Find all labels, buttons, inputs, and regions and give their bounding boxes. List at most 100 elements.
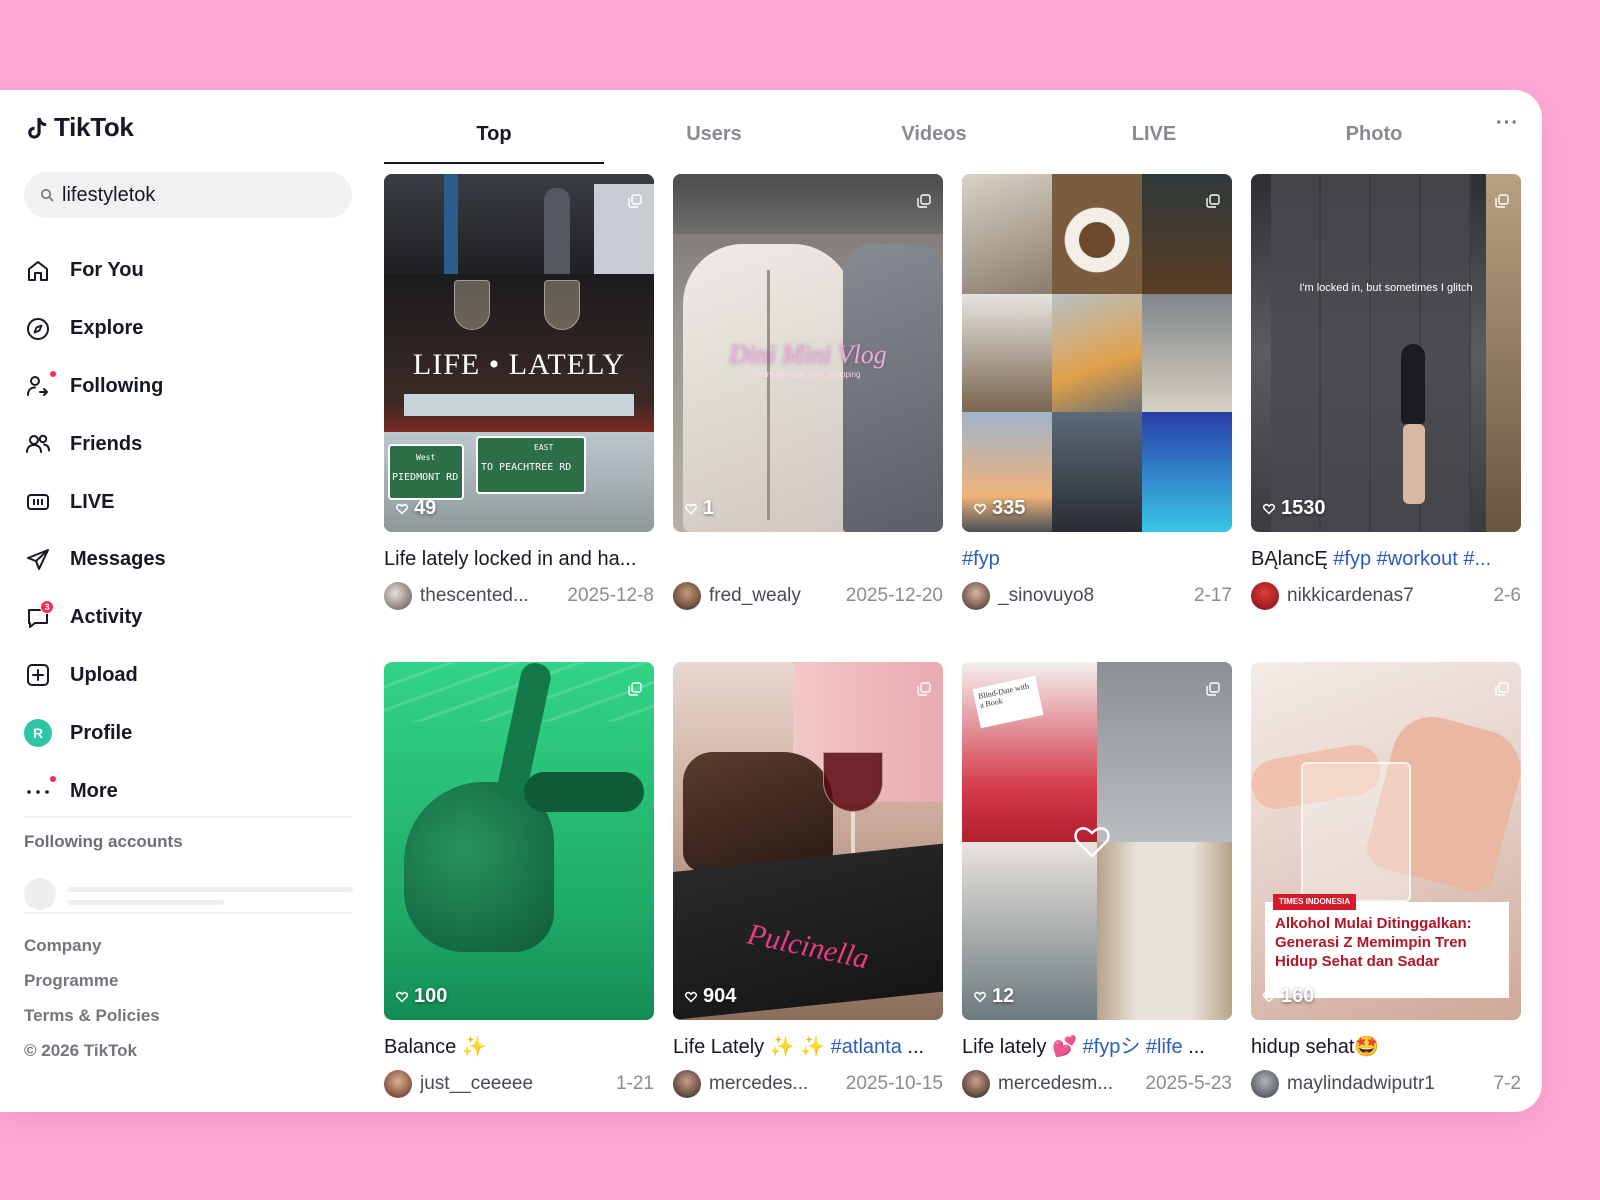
video-card[interactable]: Blind-Date with a Book 12 Life lately 💕 … (962, 662, 1232, 1098)
nav-label: Following (70, 374, 164, 397)
video-description[interactable]: Life lately 💕 #fypシ #life ... (962, 1034, 1232, 1060)
video-thumbnail[interactable]: Blind-Date with a Book 12 (962, 662, 1232, 1020)
collage-tile: Blind-Date with a Book (962, 662, 1097, 842)
avatar[interactable] (962, 1070, 990, 1098)
username[interactable]: nikkicardenas7 (1287, 585, 1486, 607)
avatar[interactable] (673, 1070, 701, 1098)
tab-photo[interactable]: Photo (1264, 104, 1484, 164)
heart-icon (1263, 991, 1275, 1003)
search-input[interactable] (62, 183, 322, 207)
username[interactable]: mercedes... (709, 1073, 838, 1095)
nav-label: For You (70, 259, 144, 282)
description-text: Balance ✨ (384, 1036, 487, 1058)
tab-users[interactable]: Users (604, 104, 824, 164)
nav-item-live[interactable]: LIVE (24, 473, 354, 531)
description-text: Life Lately ✨ ✨ (673, 1036, 826, 1058)
heart-icon (396, 503, 408, 515)
video-card[interactable]: 100 Balance ✨ just__ceeeee 1-21 (384, 662, 654, 1098)
video-card[interactable]: I'm locked in, but sometimes I glitch 15… (1251, 174, 1521, 610)
nav-item-following[interactable]: Following (24, 358, 354, 416)
collage-tile (1052, 412, 1142, 532)
video-thumbnail[interactable]: LIFE • LATELY West PIEDMONT RD EAST TO P… (384, 174, 654, 532)
video-meta: nikkicardenas7 2-6 (1251, 582, 1521, 610)
video-thumbnail[interactable]: TIMES INDONESIA Alkohol Mulai Ditinggalk… (1251, 662, 1521, 1020)
news-headline: Alkohol Mulai Ditinggalkan: Generasi Z M… (1275, 915, 1472, 970)
heart-icon (396, 991, 408, 1003)
footer-link-programme[interactable]: Programme (24, 963, 160, 998)
hashtag[interactable]: #... (1463, 548, 1491, 570)
hashtag[interactable]: #fyp (962, 548, 1000, 570)
road-sign-text: PIEDMONT RD (392, 472, 459, 483)
avatar[interactable] (1251, 1070, 1279, 1098)
video-thumbnail[interactable]: Dini Mini Vlog morning ritual, gym, shop… (673, 174, 943, 532)
app-window: TikTok For You Explore (0, 90, 1542, 1112)
video-description[interactable]: Balance ✨ (384, 1034, 654, 1060)
video-description[interactable] (673, 546, 943, 572)
nav-item-upload[interactable]: Upload (24, 647, 354, 705)
username[interactable]: fred_wealy (709, 585, 838, 607)
like-count-value: 1 (703, 497, 715, 519)
nav-item-friends[interactable]: Friends (24, 415, 354, 473)
username[interactable]: just__ceeeee (420, 1073, 608, 1095)
tab-videos[interactable]: Videos (824, 104, 1044, 164)
video-thumbnail[interactable]: Pulcinella 904 (673, 662, 943, 1020)
video-card[interactable]: Pulcinella 904 Life Lately ✨ ✨ #atlanta … (673, 662, 943, 1098)
thumb-scene (673, 174, 943, 234)
nav-item-for-you[interactable]: For You (24, 242, 354, 300)
search-icon (41, 189, 54, 202)
video-thumbnail[interactable]: I'm locked in, but sometimes I glitch 15… (1251, 174, 1521, 532)
avatar[interactable] (384, 582, 412, 610)
avatar[interactable] (962, 582, 990, 610)
description-text: BĄlancĘ (1251, 548, 1328, 570)
footer-link-terms[interactable]: Terms & Policies (24, 998, 160, 1033)
divider (24, 816, 352, 818)
tabs-more-button[interactable]: ··· (1496, 112, 1519, 135)
hashtag[interactable]: #atlanta (831, 1036, 902, 1058)
video-description[interactable]: hidup sehat🤩 (1251, 1034, 1521, 1060)
tiktok-logo[interactable]: TikTok (26, 112, 134, 143)
post-date: 2025-5-23 (1145, 1073, 1232, 1094)
skeleton-avatar (24, 878, 56, 910)
avatar[interactable] (673, 582, 701, 610)
nav-item-more[interactable]: More (24, 762, 354, 820)
video-card[interactable]: LIFE • LATELY West PIEDMONT RD EAST TO P… (384, 174, 654, 610)
username[interactable]: _sinovuyo8 (998, 585, 1186, 607)
video-description[interactable]: Life Lately ✨ ✨ #atlanta ... (673, 1034, 943, 1060)
multi-photo-icon (917, 682, 931, 696)
hashtag[interactable]: #workout (1377, 548, 1458, 570)
search-bar[interactable] (24, 172, 352, 218)
hashtag[interactable]: #fyp (1333, 548, 1371, 570)
notification-dot (50, 776, 56, 783)
video-card[interactable]: TIMES INDONESIA Alkohol Mulai Ditinggalk… (1251, 662, 1521, 1098)
tab-live[interactable]: LIVE (1044, 104, 1264, 164)
video-description[interactable]: #fyp (962, 546, 1232, 572)
video-card[interactable]: 335 #fyp _sinovuyo8 2-17 (962, 174, 1232, 610)
nav-item-activity[interactable]: 3 Activity (24, 589, 354, 647)
collage-tile (1052, 174, 1142, 294)
nav-item-messages[interactable]: Messages (24, 531, 354, 589)
username[interactable]: mercedesm... (998, 1073, 1137, 1095)
post-date: 2-6 (1493, 585, 1521, 606)
thumb-scene (384, 174, 654, 274)
username[interactable]: maylindadwiputr1 (1287, 1073, 1486, 1095)
nav-label: Messages (70, 548, 166, 571)
collage-tile (1097, 842, 1232, 1020)
hashtag[interactable]: #life (1146, 1036, 1183, 1058)
like-count-value: 335 (992, 497, 1026, 519)
video-description[interactable]: BĄlancĘ #fyp #workout #... (1251, 546, 1521, 572)
nav-item-explore[interactable]: Explore (24, 300, 354, 358)
video-card[interactable]: Dini Mini Vlog morning ritual, gym, shop… (673, 174, 943, 610)
video-thumbnail[interactable]: 100 (384, 662, 654, 1020)
video-meta: thescented... 2025-12-8 (384, 582, 654, 610)
hashtag[interactable]: #fypシ (1083, 1036, 1141, 1058)
avatar[interactable] (1251, 582, 1279, 610)
thumb-glass (1301, 762, 1411, 902)
video-description[interactable]: Life lately locked in and ha... (384, 546, 654, 572)
book-note: Blind-Date with a Book (972, 675, 1044, 729)
username[interactable]: thescented... (420, 585, 559, 607)
nav-item-profile[interactable]: R Profile (24, 704, 354, 762)
tab-top[interactable]: Top (384, 104, 604, 164)
avatar[interactable] (384, 1070, 412, 1098)
footer-link-company[interactable]: Company (24, 928, 160, 963)
video-thumbnail[interactable]: 335 (962, 174, 1232, 532)
